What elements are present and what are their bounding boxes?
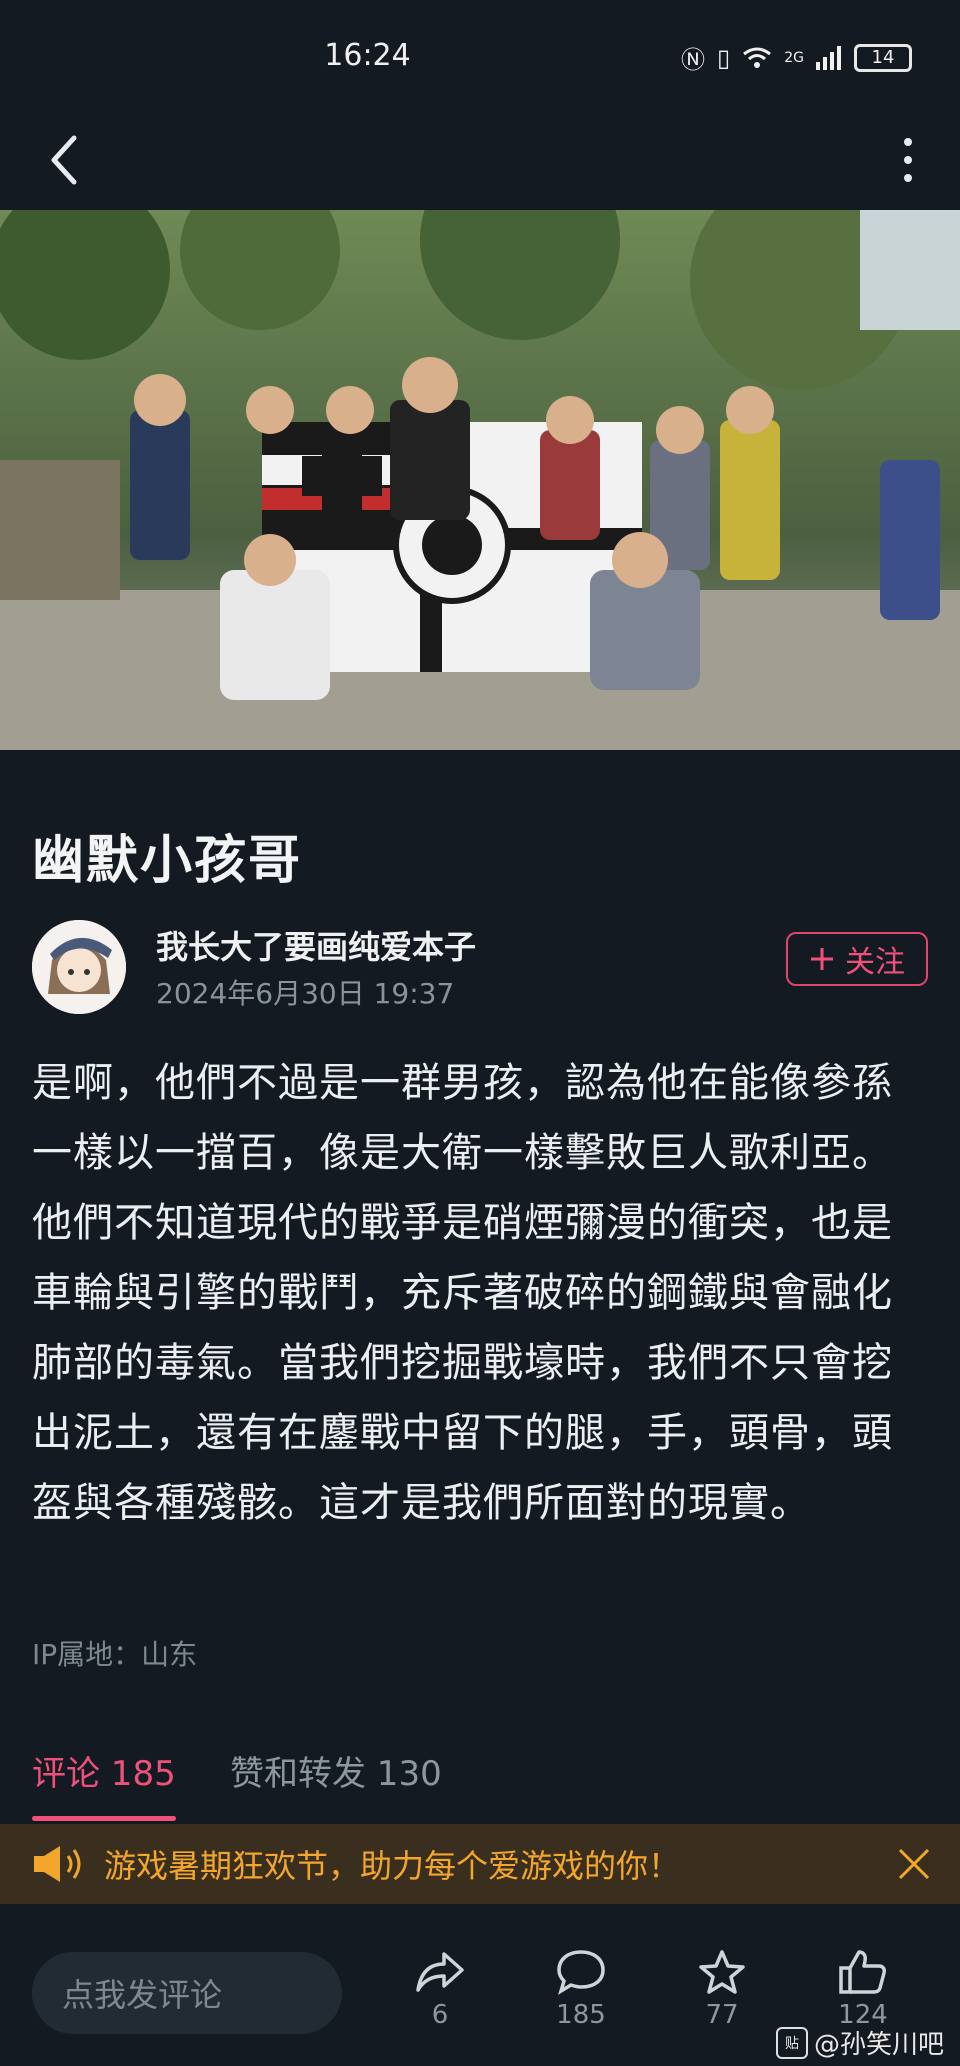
post-title: 幽默小孩哥 bbox=[32, 831, 303, 891]
vibrate-icon: ▯ bbox=[717, 43, 731, 72]
like-button[interactable]: 124 bbox=[813, 1948, 913, 2030]
network-type: 2G bbox=[784, 49, 804, 66]
share-button[interactable]: 6 bbox=[390, 1948, 490, 2030]
author-row: 我长大了要画纯爱本子 2024年6月30日 19:37 关注 bbox=[32, 918, 928, 1018]
share-count: 6 bbox=[431, 2000, 449, 2030]
favorite-button[interactable]: 77 bbox=[672, 1948, 772, 2030]
comment-icon bbox=[557, 1950, 605, 1995]
avatar-icon bbox=[32, 920, 126, 1014]
tab-comments[interactable]: 评论 185 bbox=[32, 1746, 176, 1795]
ip-location: IP属地：山东 bbox=[32, 1638, 198, 1671]
post-body: 是啊，他們不過是一群男孩，認為他在能像參孫一樣以一擋百，像是大衛一樣擊敗巨人歌利… bbox=[32, 1060, 893, 1526]
post-photo bbox=[0, 210, 960, 750]
tab-likes-shares[interactable]: 赞和转发 130 bbox=[230, 1746, 442, 1795]
tab-active-indicator bbox=[32, 1816, 176, 1821]
tab-bar: 评论 185 赞和转发 130 bbox=[32, 1746, 932, 1821]
nfc-icon: Ⓝ bbox=[681, 46, 706, 74]
thumbs-up-icon bbox=[839, 1950, 886, 1994]
close-icon[interactable] bbox=[894, 1844, 934, 1884]
comment-count: 185 bbox=[556, 2000, 606, 2030]
more-options-icon[interactable] bbox=[896, 130, 920, 190]
follow-button[interactable]: 关注 bbox=[786, 932, 928, 986]
megaphone-icon bbox=[34, 1846, 81, 1882]
plus-icon bbox=[811, 948, 833, 970]
signal-icon bbox=[816, 45, 841, 70]
wifi-icon bbox=[743, 47, 772, 68]
watermark: 贴 @孙笑川吧 bbox=[775, 2024, 944, 2061]
author-name[interactable]: 我长大了要画纯爱本子 bbox=[156, 922, 476, 968]
nav-bar bbox=[0, 110, 960, 210]
star-icon bbox=[699, 1950, 745, 1994]
tieba-logo-icon: 贴 bbox=[775, 2026, 808, 2059]
favorite-count: 77 bbox=[705, 2000, 739, 2030]
battery-icon: 14 bbox=[854, 43, 912, 72]
status-time: 16:24 bbox=[324, 38, 411, 73]
comment-input[interactable]: 点我发评论 bbox=[32, 1952, 342, 2034]
status-icons: Ⓝ ▯ 2G 14 bbox=[681, 40, 912, 75]
bottom-action-bar: 点我发评论 6 185 77 124 贴 @孙笑川吧 bbox=[0, 1920, 960, 2066]
promo-banner[interactable]: 游戏暑期狂欢节，助力每个爱游戏的你！ bbox=[0, 1824, 960, 1904]
share-icon bbox=[416, 1952, 464, 1992]
avatar[interactable] bbox=[32, 920, 126, 1014]
comment-button[interactable]: 185 bbox=[531, 1948, 631, 2030]
follow-label: 关注 bbox=[845, 945, 905, 980]
watermark-text: @孙笑川吧 bbox=[813, 2030, 944, 2060]
post-image[interactable] bbox=[0, 210, 960, 750]
post-date: 2024年6月30日 19:37 bbox=[156, 977, 455, 1010]
status-bar: 16:24 Ⓝ ▯ 2G 14 bbox=[0, 0, 960, 110]
back-arrow-icon[interactable] bbox=[40, 130, 90, 190]
banner-text: 游戏暑期狂欢节，助力每个爱游戏的你！ bbox=[104, 1847, 681, 1885]
